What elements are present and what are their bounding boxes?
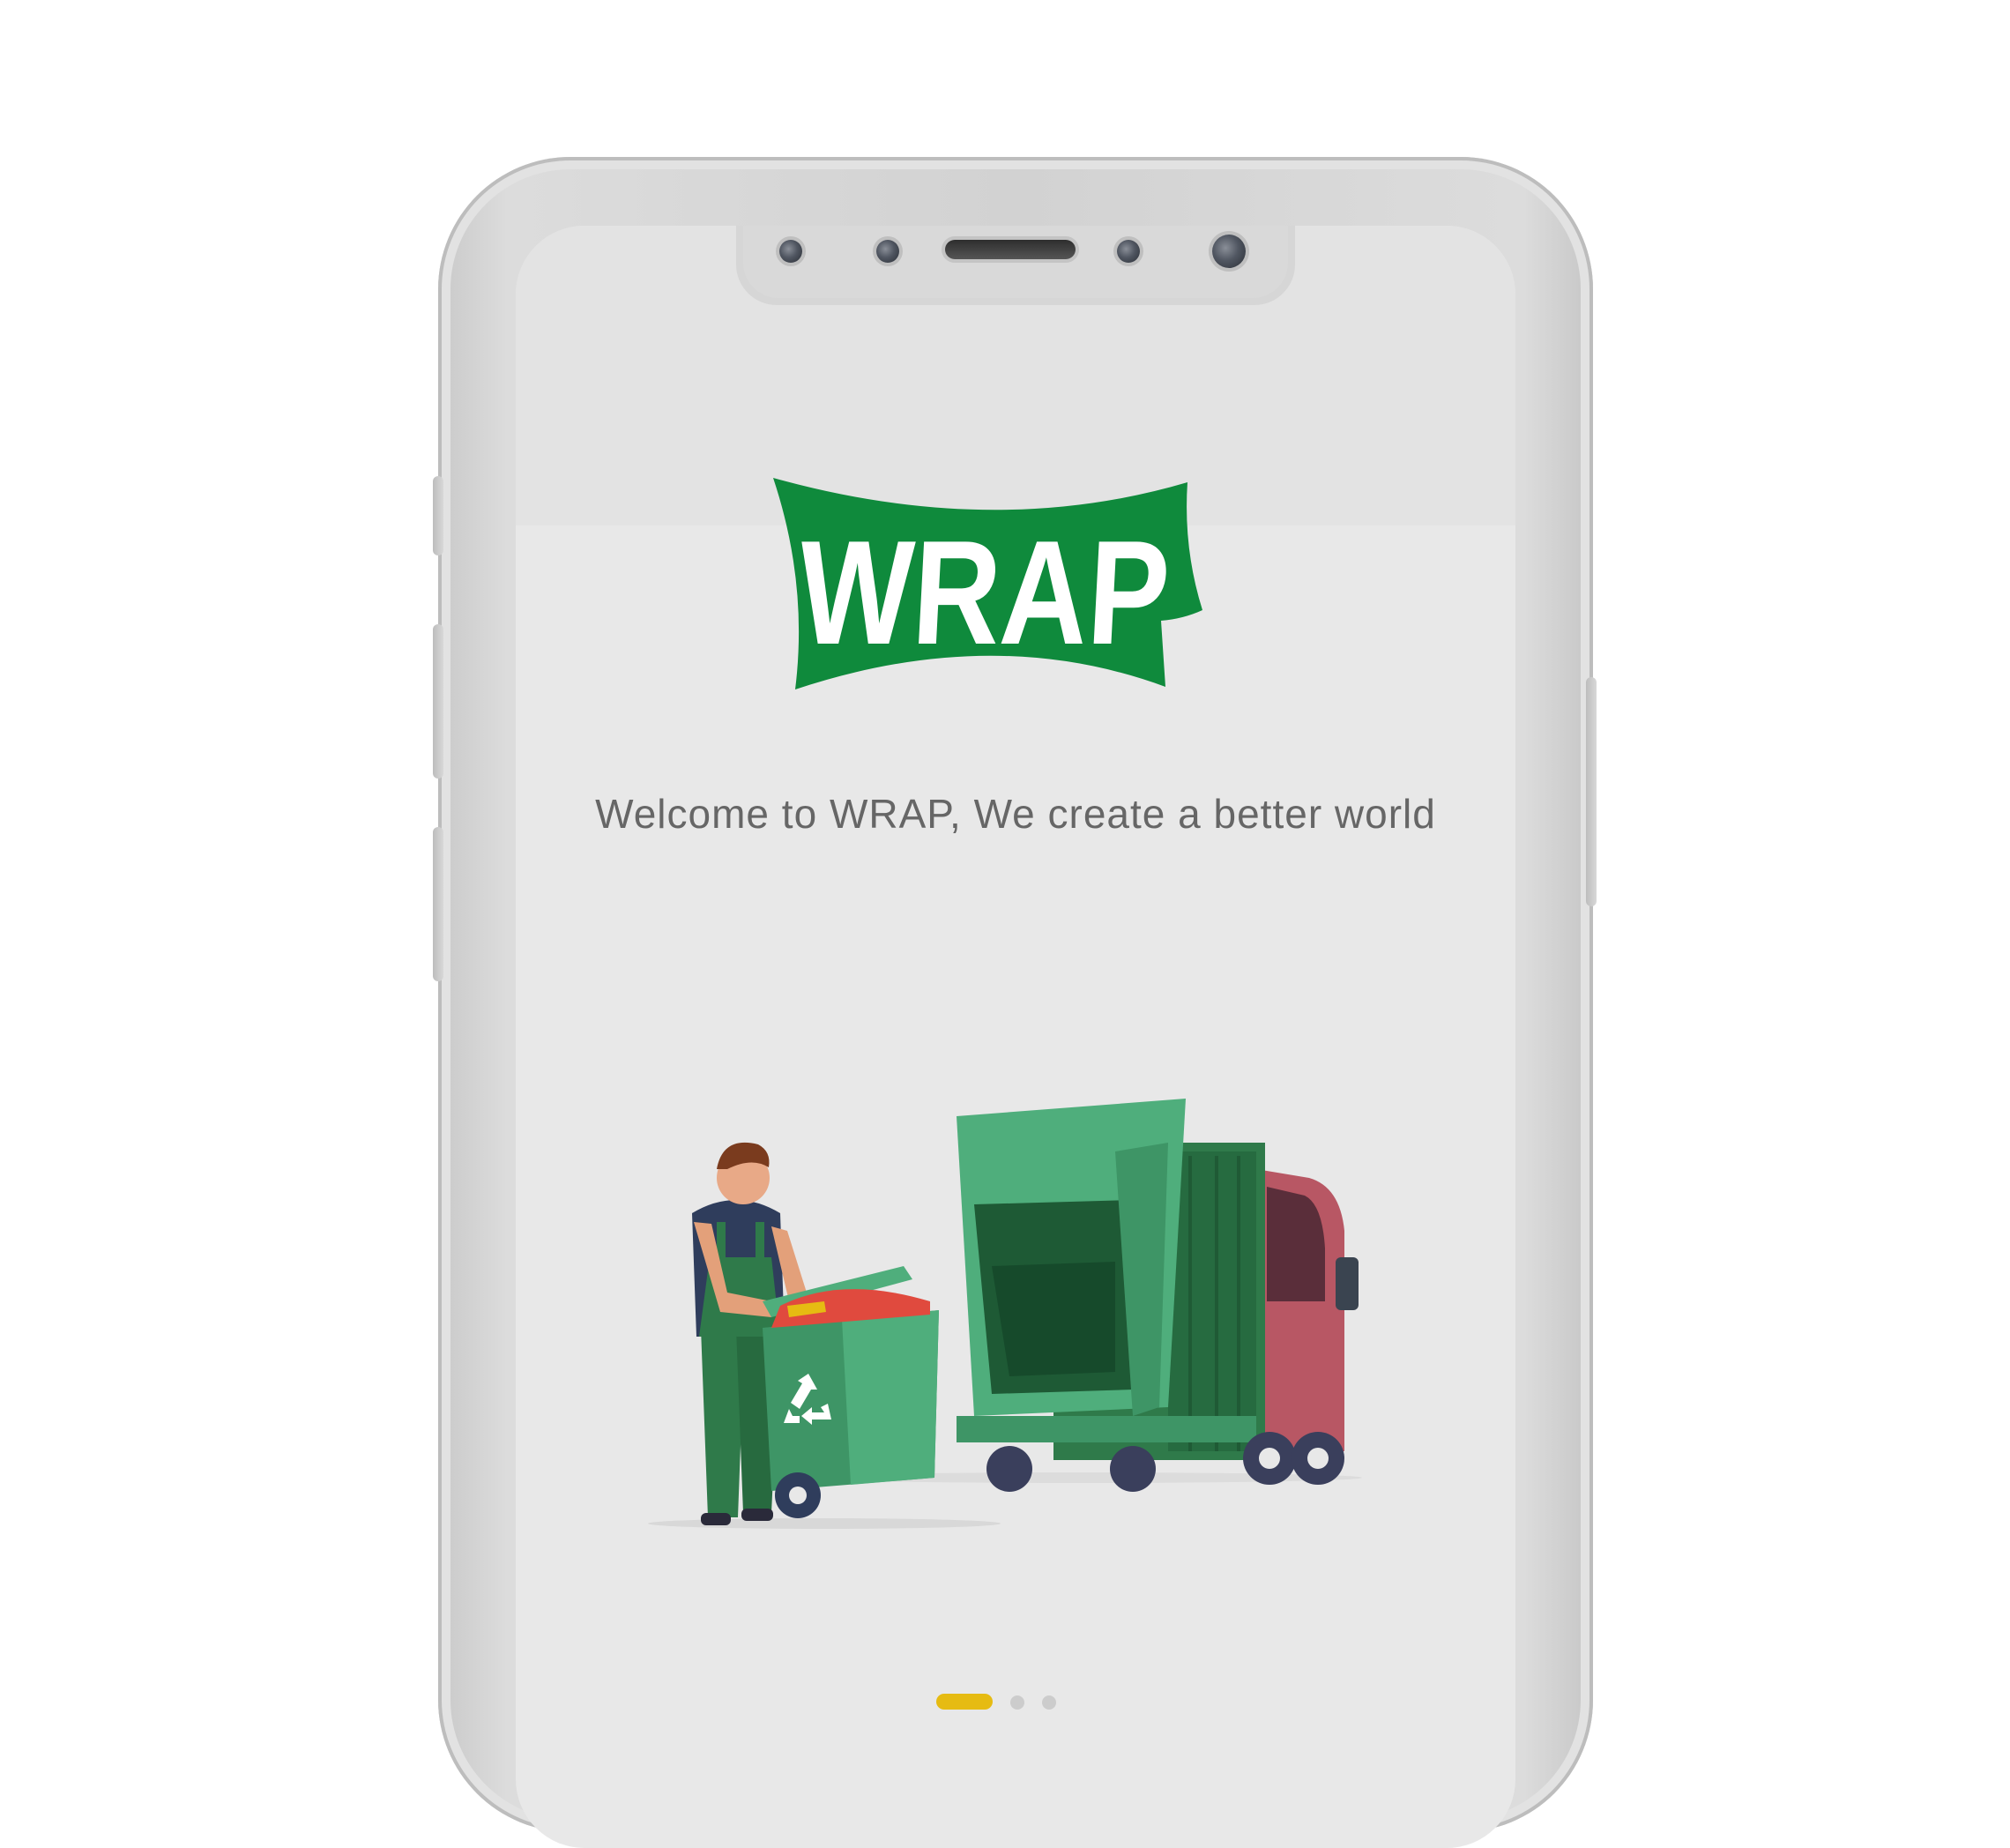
phone-frame: WRAP Welcome to WRAP, We create a better… [433, 157, 1597, 1848]
logo-text: WRAP [794, 510, 1173, 675]
page-indicator [936, 1692, 1113, 1710]
wrap-logo: WRAP [773, 478, 1202, 689]
volume-down-button [433, 827, 443, 981]
power-button [1586, 677, 1597, 906]
front-camera-icon [1212, 235, 1246, 268]
infrared-camera-icon [1117, 240, 1140, 263]
welcome-message: Welcome to WRAP, We create a better worl… [595, 791, 1436, 837]
page-dot-3[interactable] [1042, 1695, 1056, 1710]
volume-up-button [433, 624, 443, 779]
proximity-sensor-icon [779, 240, 802, 263]
ambient-sensor-icon [876, 240, 899, 263]
garbage-truck-icon [957, 1099, 1359, 1492]
recycling-illustration-icon [648, 1099, 1362, 1529]
page-dot-active[interactable] [936, 1694, 993, 1710]
volume-mute-switch [433, 476, 443, 555]
earpiece-speaker [945, 240, 1076, 259]
page-dot-2[interactable] [1010, 1695, 1024, 1710]
app-screen: WRAP Welcome to WRAP, We create a better… [516, 226, 1515, 1848]
